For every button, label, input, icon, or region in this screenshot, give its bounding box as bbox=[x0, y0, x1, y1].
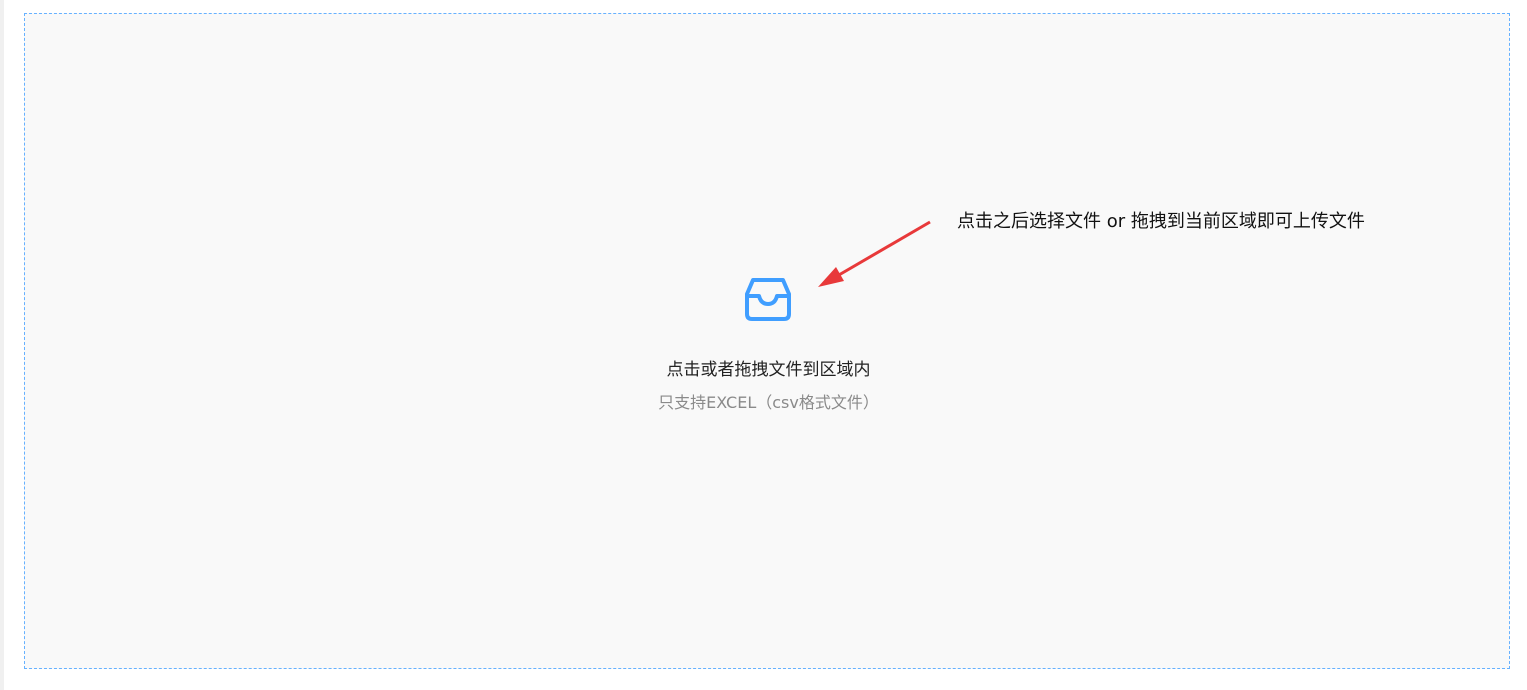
upload-format-hint: 只支持EXCEL（csv格式文件） bbox=[658, 393, 879, 412]
inbox-icon bbox=[745, 278, 791, 321]
upload-primary-text: 点击或者拖拽文件到区域内 bbox=[666, 360, 871, 380]
annotation-arrow-icon bbox=[818, 220, 931, 287]
upload-dropzone[interactable] bbox=[24, 13, 1510, 669]
left-edge-strip bbox=[0, 0, 4, 690]
annotation-text: 点击之后选择文件 or 拖拽到当前区域即可上传文件 bbox=[957, 211, 1365, 232]
